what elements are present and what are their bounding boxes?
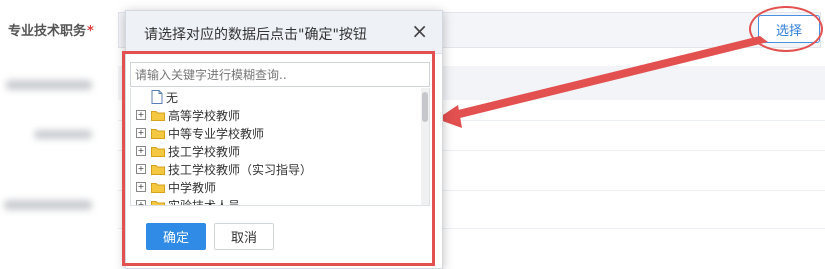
- tree-node-label: 实验技术人员: [168, 198, 241, 206]
- close-icon[interactable]: ×: [411, 20, 428, 42]
- tree-node-label: 技工学校教师（实习指导）: [168, 162, 313, 177]
- tree-node-label: 技工学校教师: [168, 144, 241, 159]
- expand-icon[interactable]: +: [136, 128, 146, 138]
- expand-icon[interactable]: +: [136, 182, 146, 192]
- tree-scrollbar[interactable]: [421, 88, 429, 205]
- blurred-label: [34, 130, 92, 139]
- file-icon: [151, 90, 163, 104]
- folder-icon: [151, 182, 165, 193]
- tree-list: 无 + 高等学校教师 + 中等专业学校教师 + 技工学校教师 + 技工学校教师（…: [130, 88, 430, 206]
- ok-button[interactable]: 确定: [146, 223, 206, 250]
- blurred-label: [6, 80, 92, 90]
- expand-icon[interactable]: +: [136, 200, 146, 205]
- blurred-label: [4, 200, 92, 210]
- folder-icon: [151, 146, 165, 157]
- folder-icon: [151, 110, 165, 121]
- folder-icon: [151, 200, 165, 205]
- tree-node[interactable]: + 中学教师: [131, 178, 216, 196]
- scroll-thumb[interactable]: [422, 92, 428, 122]
- tree-node[interactable]: + 实验技术人员: [131, 196, 241, 206]
- field-label-title: 专业技术职务*: [8, 20, 94, 39]
- tree-node[interactable]: 无: [131, 88, 178, 106]
- expand-icon[interactable]: +: [136, 110, 146, 120]
- cancel-button[interactable]: 取消: [214, 223, 274, 250]
- tree-node-label: 中学教师: [168, 180, 217, 195]
- field-label-text: 专业技术职务: [8, 24, 87, 39]
- folder-icon: [151, 128, 165, 139]
- tree-node-label: 高等学校教师: [168, 108, 241, 123]
- required-mark: *: [87, 24, 94, 39]
- dialog-header: 请选择对应的数据后点击"确定"按钮 ×: [126, 11, 442, 54]
- search-input[interactable]: [130, 62, 430, 87]
- annotation-ellipse: [749, 6, 823, 52]
- dialog-title: 请选择对应的数据后点击"确定"按钮: [144, 27, 367, 43]
- folder-icon: [151, 164, 165, 175]
- expand-icon[interactable]: +: [136, 146, 146, 156]
- tree-node[interactable]: + 高等学校教师: [131, 106, 240, 124]
- tree-node-label: 中等专业学校教师: [168, 126, 265, 141]
- expand-icon[interactable]: +: [136, 164, 146, 174]
- tree-node-label: 无: [166, 90, 179, 105]
- tree-node[interactable]: + 中等专业学校教师: [131, 124, 264, 142]
- tree-node[interactable]: + 技工学校教师（实习指导）: [131, 160, 312, 178]
- tree-node[interactable]: + 技工学校教师: [131, 142, 240, 160]
